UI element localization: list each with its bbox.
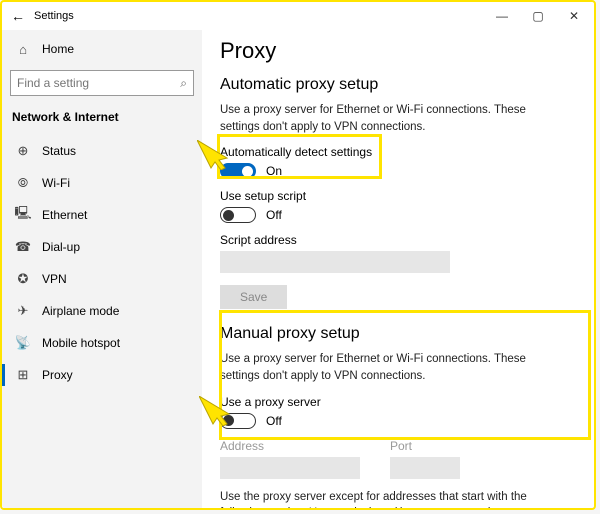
sidebar-item-ethernet[interactable]: 🖳 Ethernet: [10, 200, 194, 230]
sidebar-item-airplane[interactable]: ✈ Airplane mode: [10, 296, 194, 326]
setup-script-state: Off: [266, 208, 282, 222]
setup-script-label: Use setup script: [220, 189, 580, 203]
vpn-icon: ✪: [14, 271, 32, 287]
sidebar-item-status[interactable]: ⊕ Status: [10, 136, 194, 166]
sidebar-item-label: Wi-Fi: [42, 176, 70, 190]
sidebar-item-wifi[interactable]: ⦾ Wi-Fi: [10, 168, 194, 198]
search-icon: ⌕: [180, 76, 187, 91]
sidebar-item-label: Ethernet: [42, 208, 87, 222]
manual-heading: Manual proxy setup: [220, 325, 580, 343]
minimize-button[interactable]: —: [484, 9, 520, 23]
save-button[interactable]: Save: [220, 285, 287, 309]
sidebar-item-proxy[interactable]: ⊞ Proxy: [10, 360, 194, 390]
sidebar-item-label: Status: [42, 144, 76, 158]
sidebar-item-hotspot[interactable]: 📡 Mobile hotspot: [10, 328, 194, 358]
sidebar-home[interactable]: ⌂ Home: [10, 34, 194, 64]
maximize-button[interactable]: ▢: [520, 9, 556, 23]
script-address-input[interactable]: [220, 251, 450, 273]
settings-window: ← Settings — ▢ ✕ ⌂ Home ⌕ Network & Inte…: [0, 0, 596, 510]
page-title: Proxy: [220, 38, 580, 64]
proxy-icon: ⊞: [14, 367, 32, 383]
content-pane: Proxy Automatic proxy setup Use a proxy …: [202, 30, 594, 508]
close-button[interactable]: ✕: [556, 9, 592, 23]
use-proxy-label: Use a proxy server: [220, 395, 580, 409]
auto-desc: Use a proxy server for Ethernet or Wi-Fi…: [220, 102, 560, 135]
back-button[interactable]: ←: [8, 8, 28, 24]
exceptions-desc: Use the proxy server except for addresse…: [220, 489, 560, 508]
auto-detect-toggle[interactable]: [220, 163, 256, 179]
auto-detect-label: Automatically detect settings: [220, 145, 580, 159]
script-address-label: Script address: [220, 233, 580, 247]
dialup-icon: ☎: [14, 239, 32, 255]
sidebar-item-label: VPN: [42, 272, 67, 286]
address-label: Address: [220, 439, 360, 453]
port-input[interactable]: [390, 457, 460, 479]
airplane-icon: ✈: [14, 303, 32, 319]
status-icon: ⊕: [14, 143, 32, 159]
sidebar-item-label: Dial-up: [42, 240, 80, 254]
sidebar-item-label: Proxy: [42, 368, 73, 382]
use-proxy-toggle[interactable]: [220, 413, 256, 429]
auto-detect-state: On: [266, 164, 282, 178]
address-input[interactable]: [220, 457, 360, 479]
sidebar: ⌂ Home ⌕ Network & Internet ⊕ Status ⦾ W…: [2, 30, 202, 508]
search-box[interactable]: ⌕: [10, 70, 194, 96]
search-input[interactable]: [17, 76, 180, 90]
setup-script-toggle[interactable]: [220, 207, 256, 223]
auto-heading: Automatic proxy setup: [220, 76, 580, 94]
sidebar-item-dialup[interactable]: ☎ Dial-up: [10, 232, 194, 262]
port-label: Port: [390, 439, 460, 453]
hotspot-icon: 📡: [14, 335, 32, 351]
sidebar-item-vpn[interactable]: ✪ VPN: [10, 264, 194, 294]
titlebar: ← Settings — ▢ ✕: [2, 2, 594, 30]
home-icon: ⌂: [14, 42, 32, 57]
manual-desc: Use a proxy server for Ethernet or Wi-Fi…: [220, 351, 560, 384]
sidebar-category: Network & Internet: [12, 110, 194, 124]
sidebar-home-label: Home: [42, 42, 74, 56]
sidebar-item-label: Airplane mode: [42, 304, 119, 318]
wifi-icon: ⦾: [14, 175, 32, 191]
sidebar-item-label: Mobile hotspot: [42, 336, 120, 350]
ethernet-icon: 🖳: [14, 204, 32, 226]
use-proxy-state: Off: [266, 414, 282, 428]
window-title: Settings: [34, 10, 74, 22]
